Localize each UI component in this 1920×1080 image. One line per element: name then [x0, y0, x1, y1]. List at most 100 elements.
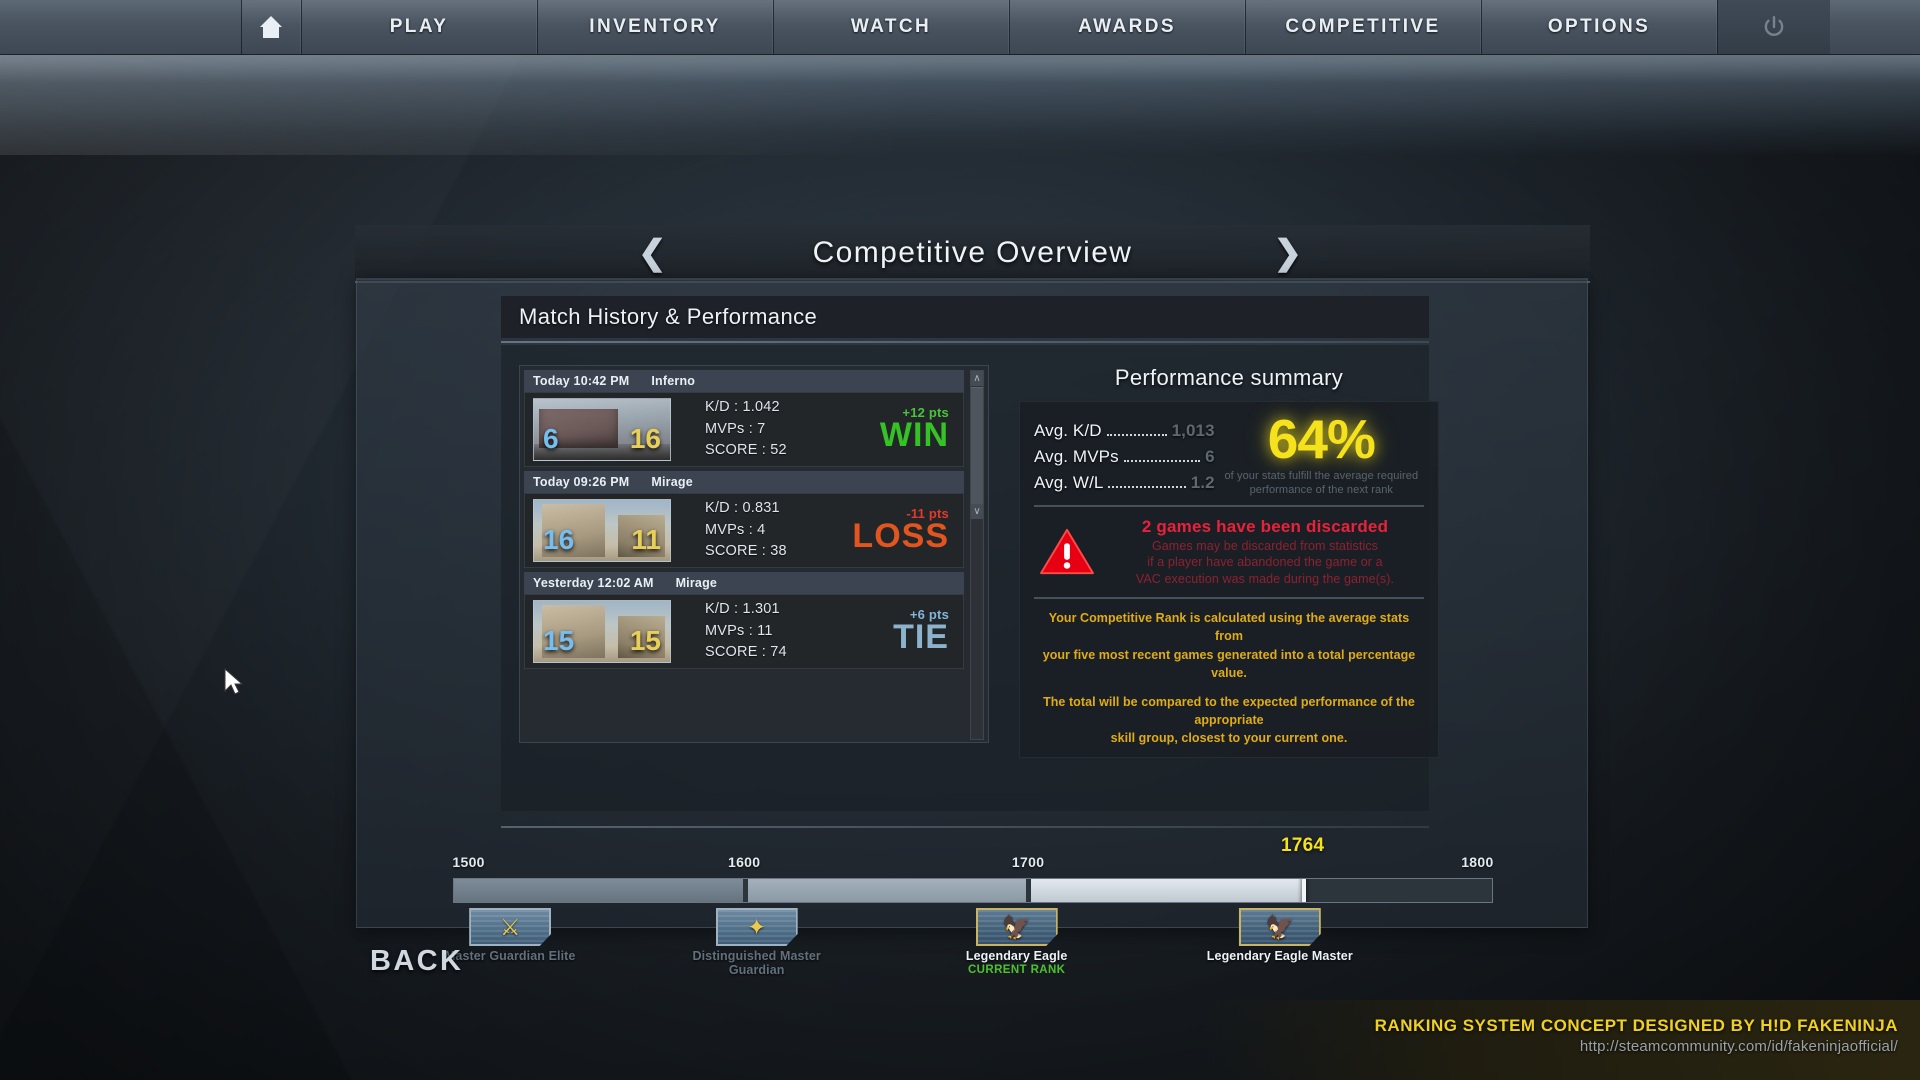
match-score-t: 11 [631, 524, 661, 555]
avg-stat-row: Avg. MVPs 6 [1034, 444, 1215, 470]
nav-tab-watch[interactable]: WATCH [773, 0, 1009, 54]
match-row-header: Yesterday 12:02 AM Mirage [524, 572, 964, 594]
header-gradient-band [0, 55, 1920, 155]
rank-tick-labels: 1500 1600 1700 1764 1800 [452, 835, 1494, 876]
match-map-thumbnail: 15 15 [533, 600, 671, 663]
match-score-ct: 6 [543, 423, 559, 454]
rank-medal-item[interactable]: ✦ Distinguished Master Guardian [667, 908, 847, 977]
rank-medal-icon: 🦅 [1238, 908, 1321, 946]
rank-tick-label: 1800 [1461, 854, 1494, 870]
rank-medal-item[interactable]: 🦅 Legendary Eagle CURRENT RANK [927, 908, 1107, 976]
credits-banner: RANKING SYSTEM CONCEPT DESIGNED BY H!D F… [1200, 1000, 1920, 1080]
match-list-scrollbar[interactable]: ∧ ∨ [970, 370, 984, 740]
rank-tick-label: 1500 [452, 854, 485, 870]
percent-description-line-2: performance of the next rank [1249, 483, 1394, 496]
match-date: Today 09:26 PM [533, 475, 630, 489]
nav-quit-button[interactable] [1717, 0, 1830, 54]
avg-stat-row: Avg. W/L 1.2 [1034, 470, 1215, 496]
percent-description-line-1: of your stats fulfill the average requir… [1224, 469, 1419, 482]
warning-title: 2 games have been discarded [1141, 516, 1389, 536]
avg-kd-value: 1,013 [1171, 421, 1215, 440]
match-row[interactable]: Today 09:26 PM Mirage 16 11 K/D : 0.831 MVPs … [524, 471, 964, 568]
match-date: Today 10:42 PM [533, 374, 630, 388]
nav-tab-awards-label: AWARDS [1078, 16, 1176, 37]
scrollbar-thumb[interactable] [971, 387, 983, 505]
nav-tab-options-label: OPTIONS [1547, 16, 1651, 37]
avg-mvps-label: Avg. MVPs [1034, 446, 1119, 466]
note-line: The total will be compared to the expect… [1043, 694, 1415, 727]
avg-mvps-value: 6 [1205, 446, 1215, 466]
match-result: +12 pts WIN [880, 405, 955, 454]
match-row-header: Today 10:42 PM Inferno [524, 370, 964, 392]
rank-medal-item[interactable]: 🦅 Legendary Eagle Master [1190, 908, 1370, 963]
nav-home-button[interactable] [241, 0, 301, 54]
performance-summary-box: Avg. K/D 1,013 Avg. MVPs 6 Avg. W/L 1.2 [1019, 401, 1439, 759]
competitive-overview-panel: Match History & Performance Today 10:42 … [356, 278, 1588, 977]
performance-top-row: Avg. K/D 1,013 Avg. MVPs 6 Avg. W/L 1.2 [1034, 408, 1424, 497]
scrollbar-down-button[interactable]: ∨ [971, 504, 983, 519]
discarded-games-warning: 2 games have been discarded Games may be… [1034, 517, 1424, 588]
nav-tab-competitive-label: COMPETITIVE [1285, 16, 1441, 37]
rank-name-label: Distinguished Master Guardian [692, 949, 821, 977]
note-line: your five most recent games generated in… [1042, 647, 1416, 680]
match-stats: K/D : 0.831 MVPs : 4 SCORE : 38 [705, 498, 787, 562]
performance-separator-2 [1034, 597, 1424, 600]
match-verdict: WIN [879, 416, 949, 455]
rank-medal-glyph: ⚔ [499, 913, 521, 940]
rank-bar-segment [454, 879, 743, 902]
performance-percent: 64% [1267, 408, 1376, 470]
match-stats: K/D : 1.042 MVPs : 7 SCORE : 52 [705, 397, 787, 461]
power-icon [1764, 16, 1784, 36]
rank-progress-bar [453, 878, 1493, 903]
match-result: -11 pts LOSS [852, 506, 955, 555]
previous-page-arrow[interactable]: ❮ [638, 236, 667, 270]
match-map-name: Mirage [651, 475, 693, 489]
note-gap [1034, 682, 1424, 693]
credits-url[interactable]: http://steamcommunity.com/id/fakeninjaof… [1200, 1038, 1898, 1055]
match-row-body: 6 16 K/D : 1.042 MVPs : 7 SCORE : 52 +12 pts W… [524, 392, 964, 467]
match-mvps: MVPs : 7 [705, 420, 766, 437]
percent-description: of your stats fulfill the average requir… [1219, 469, 1424, 497]
home-icon [259, 16, 283, 38]
rank-current-value-label: 1764 [1280, 835, 1325, 856]
performance-summary: Performance summary Avg. K/D 1,013 Avg. … [1019, 365, 1439, 759]
match-score: SCORE : 38 [705, 543, 787, 560]
rank-bar-segment [1031, 879, 1304, 902]
rank-name-label: Legendary Eagle Master [1206, 949, 1353, 963]
avg-wl-value: 1.2 [1190, 472, 1215, 492]
match-score: SCORE : 52 [705, 442, 787, 459]
note-line: skill group, closest to your current one… [1110, 731, 1348, 745]
match-row[interactable]: Yesterday 12:02 AM Mirage 15 15 K/D : 1.301 M… [524, 572, 964, 669]
nav-tab-awards[interactable]: AWARDS [1009, 0, 1245, 54]
nav-tab-options[interactable]: OPTIONS [1481, 0, 1717, 54]
credits-main-text: RANKING SYSTEM CONCEPT DESIGNED BY H!D F… [1374, 1016, 1898, 1035]
performance-summary-title: Performance summary [1114, 365, 1344, 390]
match-history-scroll-area: Today 10:42 PM Inferno 6 16 K/D : 1.042 MVPs … [524, 370, 964, 740]
rank-section-separator [501, 826, 1429, 828]
rank-calculation-note: Your Competitive Rank is calculated usin… [1034, 609, 1424, 747]
avg-kd-label: Avg. K/D [1034, 421, 1102, 440]
match-history-list[interactable]: Today 10:42 PM Inferno 6 16 K/D : 1.042 MVPs … [519, 365, 989, 743]
section-header: Match History & Performance [501, 296, 1429, 338]
nav-tab-inventory[interactable]: INVENTORY [537, 0, 773, 54]
nav-tab-play[interactable]: PLAY [301, 0, 537, 54]
nav-tab-competitive[interactable]: COMPETITIVE [1245, 0, 1481, 54]
match-row-header: Today 09:26 PM Mirage [524, 471, 964, 493]
page-title-bar: ❮ Competitive Overview ❯ [355, 225, 1590, 283]
scrollbar-up-button[interactable]: ∧ [971, 371, 983, 386]
rank-medal-icon: 🦅 [975, 908, 1058, 946]
back-button[interactable]: BACK [370, 945, 463, 978]
match-row[interactable]: Today 10:42 PM Inferno 6 16 K/D : 1.042 MVPs … [524, 370, 964, 467]
note-line: Your Competitive Rank is calculated usin… [1048, 611, 1410, 644]
match-map-thumbnail: 16 11 [533, 499, 671, 562]
section-header-title: Match History & Performance [519, 304, 818, 329]
rank-progress-section: 1500 1600 1700 1764 1800 ⚔ Master Guardian El… [445, 835, 1494, 977]
rank-tick-label: 1700 [1011, 854, 1045, 870]
nav-tab-watch-label: WATCH [850, 16, 932, 37]
average-stats-list: Avg. K/D 1,013 Avg. MVPs 6 Avg. W/L 1.2 [1034, 414, 1215, 495]
warning-line: if a player have abandoned the game or a [1147, 555, 1383, 570]
match-kd: K/D : 0.831 [705, 500, 780, 517]
match-score: SCORE : 74 [705, 644, 787, 661]
next-page-arrow[interactable]: ❯ [1274, 236, 1303, 270]
warning-text-block: 2 games have been discarded Games may be… [1110, 517, 1420, 588]
